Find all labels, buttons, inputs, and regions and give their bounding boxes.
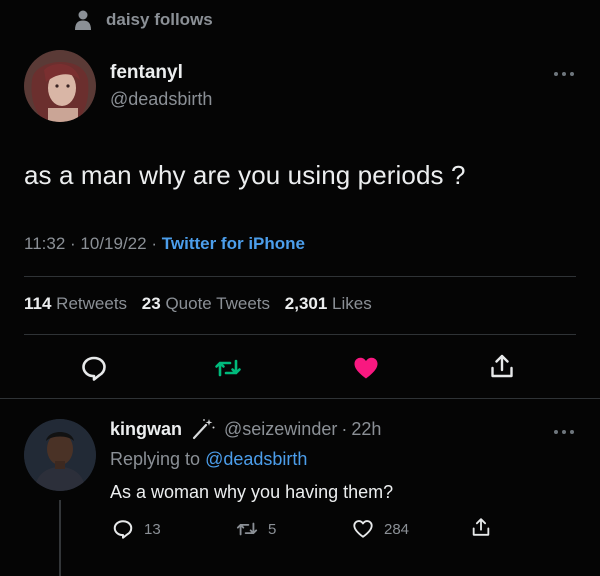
reply-author-name[interactable]: kingwan [110,419,182,440]
reply-like-button[interactable]: 284 [352,518,409,540]
share-button[interactable] [488,352,516,380]
divider [24,334,576,335]
reply-count: 13 [144,520,161,538]
magic-wand-icon [192,419,215,440]
likes-label: Likes [332,294,372,313]
quote-tweets-stat[interactable]: 23 Quote Tweets [142,294,275,313]
reply-reply-button[interactable]: 13 [112,518,161,540]
meta-separator: · [341,418,348,439]
like-button[interactable] [352,354,380,382]
more-options-icon[interactable] [553,428,575,436]
author-avatar[interactable] [24,50,96,122]
divider [0,398,600,399]
author-handle[interactable]: @deadsbirth [110,89,212,110]
share-icon [472,518,490,536]
heart-outline-icon [353,520,373,538]
tweet-metadata: 11:32 · 10/19/22 · Twitter for iPhone [24,234,305,254]
tweet-date[interactable]: 10/19/22 [80,234,146,253]
person-icon [75,10,91,30]
divider [24,276,576,277]
social-context-text: daisy follows [106,10,213,29]
replying-to-mention[interactable]: @deadsbirth [205,449,307,469]
retweet-count: 5 [268,520,277,538]
reply-author-avatar[interactable] [24,419,96,491]
quote-tweets-label: Quote Tweets [165,294,271,313]
quote-tweets-count: 23 [141,294,161,313]
author-name[interactable]: fentanyl [110,62,183,84]
retweets-label: Retweets [56,294,128,313]
retweet-button[interactable] [214,354,242,382]
share-icon [491,354,513,378]
retweet-icon [215,359,241,377]
heart-filled-icon [354,357,378,379]
like-count: 284 [384,520,410,538]
retweets-count: 114 [24,294,52,313]
reply-icon [113,520,133,539]
likes-stat[interactable]: 2,301 Likes [285,294,372,313]
reply-icon [82,356,106,381]
reply-header: kingwan @seizewinder · 22h [110,418,381,440]
likes-count: 2,301 [284,294,328,313]
meta-separator: · [151,234,158,253]
reply-retweet-button[interactable]: 5 [236,518,276,540]
reply-text: As a woman why you having them? [110,482,394,502]
replying-to: Replying to @deadsbirth [110,449,307,470]
more-options-icon[interactable] [553,70,575,78]
retweets-stat[interactable]: 114 Retweets [24,294,132,313]
social-context: daisy follows [74,10,213,30]
reply-share-button[interactable] [470,516,492,538]
thread-line [59,500,61,576]
replying-to-label: Replying to [110,449,201,469]
retweet-icon [236,522,258,536]
reply-time[interactable]: 22h [351,419,381,440]
tweet-source[interactable]: Twitter for iPhone [162,234,305,253]
tweet-detail-page: daisy follows fentanyl @deadsbirth as a … [0,0,600,576]
meta-separator: · [70,234,76,253]
reply-author-handle[interactable]: @seizewinder [224,419,337,440]
tweet-stats: 114 Retweets 23 Quote Tweets 2,301 Likes [24,294,382,314]
tweet-text: as a man why are you using periods ? [24,160,466,190]
reply-button[interactable] [80,354,108,382]
tweet-time[interactable]: 11:32 [24,234,65,253]
